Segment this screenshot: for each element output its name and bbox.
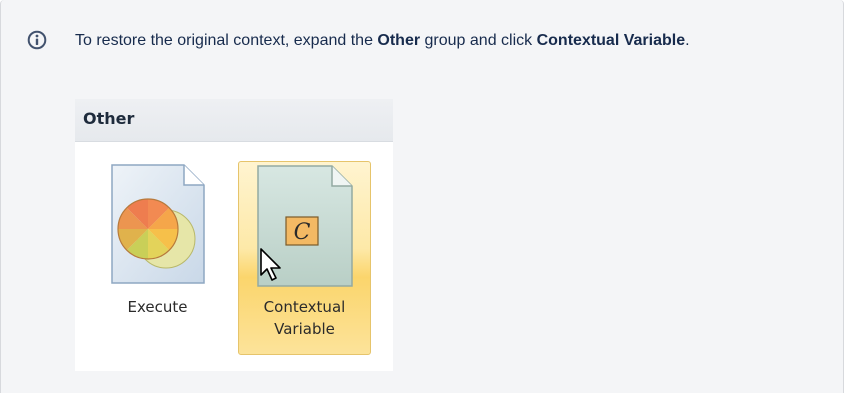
palette-screenshot: Other Execute C Contextual Variable (75, 99, 393, 371)
contextual-variable-label: Contextual Variable (239, 296, 370, 340)
palette-group-header[interactable]: Other (75, 99, 393, 142)
contextual-variable-glyph: C (294, 220, 311, 245)
note-text-middle: group and click (420, 32, 537, 49)
palette-group-title: Other (83, 109, 135, 128)
execute-button[interactable]: Execute (91, 161, 224, 355)
contextual-variable-button[interactable]: C Contextual Variable (238, 161, 371, 355)
note-text: To restore the original context, expand … (75, 30, 795, 51)
mouse-cursor-icon (259, 247, 285, 288)
note-text-after: . (685, 32, 690, 49)
contextual-variable-label-line1: Contextual (263, 298, 346, 316)
execute-icon (111, 164, 205, 284)
info-icon (27, 30, 47, 50)
note-group-name: Other (377, 32, 421, 49)
contextual-variable-label-line2: Variable (274, 320, 335, 338)
note-text-before: To restore the original context, expand … (75, 32, 378, 49)
info-panel: To restore the original context, expand … (0, 0, 844, 393)
execute-label: Execute (127, 298, 188, 316)
note-item-name: Contextual Variable (536, 32, 686, 49)
